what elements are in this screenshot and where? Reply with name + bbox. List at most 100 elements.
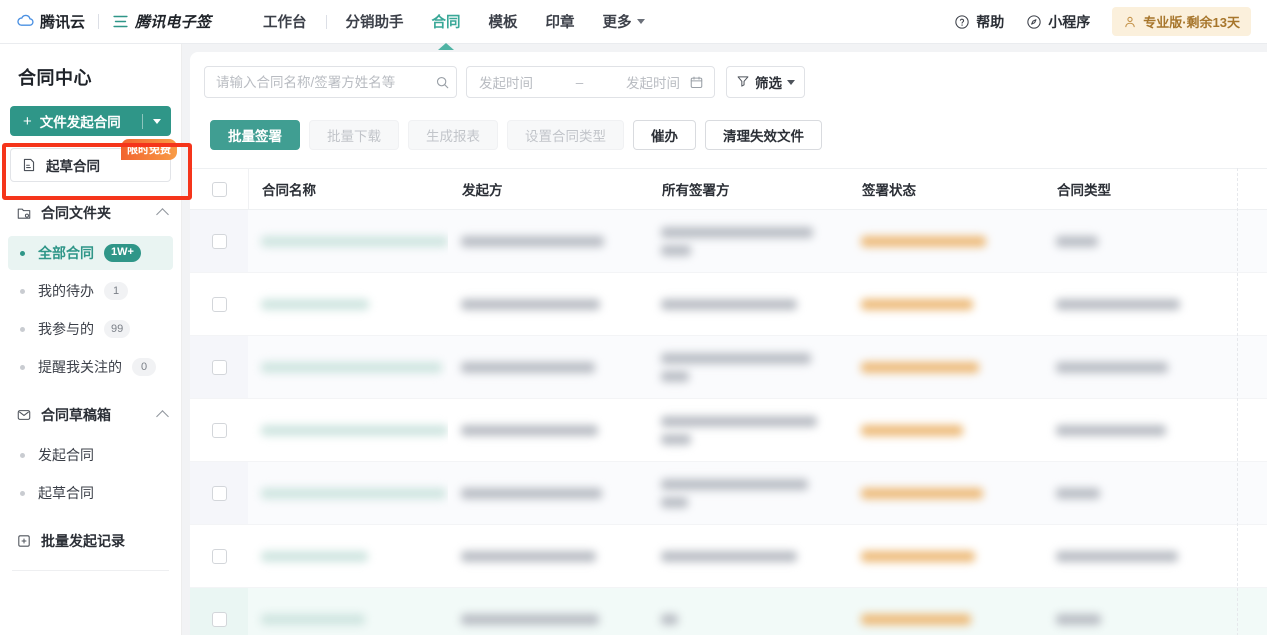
table-row[interactable] [190,399,1267,462]
sidebar-item-all-contracts[interactable]: 全部合同 1W+ [8,236,173,270]
redacted-text [661,370,689,382]
batch-sign-button[interactable]: 批量签署 [210,120,300,150]
select-all-checkbox[interactable] [211,181,227,197]
cell-contract-name[interactable] [248,462,448,524]
pro-version-badge[interactable]: 专业版·剩余13天 [1112,7,1251,36]
select-all-cell [190,181,248,197]
row-select-cell [190,273,248,335]
cell-contract-name[interactable] [248,588,448,635]
generate-report-button[interactable]: 生成报表 [408,120,498,150]
nav-item-workbench[interactable]: 工作台 [249,0,321,44]
nav-item-seal[interactable]: 印章 [532,0,589,44]
column-header-initiator[interactable]: 发起方 [449,179,649,199]
help-label: 帮助 [976,13,1005,30]
redacted-text [1056,487,1100,499]
bullet-dot-icon [20,490,25,496]
redacted-text [861,361,979,373]
search-box[interactable] [204,66,457,98]
cell-initiator [448,273,648,335]
table-row[interactable] [190,588,1267,635]
esign-brand[interactable]: 腾讯电子签 [112,11,211,32]
help-button[interactable]: 帮助 [954,12,1004,32]
cell-contract-name[interactable] [248,336,448,398]
column-header-signers[interactable]: 所有签署方 [649,179,849,199]
sidebar-item-label: 我参与的 [38,321,94,337]
chevron-up-icon [156,208,169,221]
redacted-text [1056,361,1168,373]
table-row[interactable] [190,210,1267,273]
redacted-text [461,361,595,373]
cloud-logo-icon [16,12,35,31]
count-badge: 1 [104,281,128,301]
column-header-contract-type[interactable]: 合同类型 [1044,179,1224,199]
redacted-text [661,244,691,256]
filter-toolbar: 发起时间 – 发起时间 筛选 [190,52,1267,98]
sidebar-group-contract-folder[interactable]: 合同文件夹 [0,194,181,232]
batch-download-button[interactable]: 批量下载 [309,120,399,150]
row-checkbox[interactable] [211,548,227,564]
redacted-text [261,424,448,436]
cell-contract-name[interactable] [248,399,448,461]
tencent-cloud-label: 腾讯云 [40,14,86,31]
app-root: 腾讯云 腾讯电子签 工作台 分销助手 合同 模板 印章 更多 帮助 小程序 专业… [0,0,1267,635]
date-range-picker[interactable]: 发起时间 – 发起时间 [466,66,715,98]
sidebar-item-draft-contract[interactable]: 起草合同 [8,476,173,510]
sidebar-item-my-todo[interactable]: 我的待办 1 [8,274,173,308]
table-row[interactable] [190,336,1267,399]
cell-contract-name[interactable] [248,273,448,335]
row-checkbox[interactable] [211,296,227,312]
table-row[interactable] [190,462,1267,525]
sidebar-item-my-participation[interactable]: 我参与的 99 [8,312,173,346]
row-checkbox[interactable] [211,611,227,627]
table-row[interactable] [190,525,1267,588]
nav-item-template[interactable]: 模板 [475,0,532,44]
redacted-text [861,235,986,247]
cell-contract-type [1043,336,1223,398]
table-row[interactable] [190,273,1267,336]
redacted-text [1056,235,1098,247]
nav-divider [325,14,327,29]
search-input[interactable] [205,74,428,90]
cell-contract-name[interactable] [248,525,448,587]
calendar-icon[interactable] [680,75,714,90]
row-checkbox[interactable] [211,485,227,501]
row-select-cell [190,525,248,587]
file-initiate-contract-button[interactable]: + 文件发起合同 [10,106,171,136]
cell-sign-status [848,462,1043,524]
sidebar: 合同中心 + 文件发起合同 起草合同 限时免费 合同文件夹 全部合同 1W+ 我… [0,44,182,635]
urge-button[interactable]: 催办 [633,120,696,150]
nav-item-more[interactable]: 更多 [589,0,659,44]
sidebar-group-draft-box[interactable]: 合同草稿箱 [0,396,181,434]
row-checkbox[interactable] [211,359,227,375]
row-select-cell [190,336,248,398]
inbox-icon [16,407,32,423]
column-header-contract-name[interactable]: 合同名称 [249,179,449,199]
sidebar-item-batch-records[interactable]: 批量发起记录 [0,522,181,560]
redacted-text [461,235,604,247]
nav-item-contract[interactable]: 合同 [418,0,475,44]
nav-item-distribution[interactable]: 分销助手 [332,0,418,44]
redacted-text [261,550,368,562]
row-select-cell [190,210,248,272]
cell-sign-status [848,525,1043,587]
tencent-cloud-brand[interactable]: 腾讯云 [16,11,85,32]
redacted-text [261,613,365,625]
brand-divider [98,14,100,29]
row-checkbox[interactable] [211,422,227,438]
top-right-actions: 帮助 小程序 专业版·剩余13天 [954,7,1251,36]
sidebar-item-remind-me[interactable]: 提醒我关注的 0 [8,350,173,384]
sidebar-item-initiate-contract[interactable]: 发起合同 [8,438,173,472]
filter-button[interactable]: 筛选 [726,66,805,98]
search-icon[interactable] [428,75,456,90]
set-contract-type-button[interactable]: 设置合同类型 [507,120,624,150]
question-circle-icon [954,14,970,30]
dropdown-toggle[interactable] [143,118,171,124]
bullet-dot-icon [20,250,25,256]
cell-initiator [448,336,648,398]
cell-contract-name[interactable] [248,210,448,272]
column-header-sign-status[interactable]: 签署状态 [849,179,1044,199]
clear-invalid-files-button[interactable]: 清理失效文件 [705,120,822,150]
row-checkbox[interactable] [211,233,227,249]
nav-label: 模板 [488,15,518,31]
miniprogram-button[interactable]: 小程序 [1026,12,1090,32]
